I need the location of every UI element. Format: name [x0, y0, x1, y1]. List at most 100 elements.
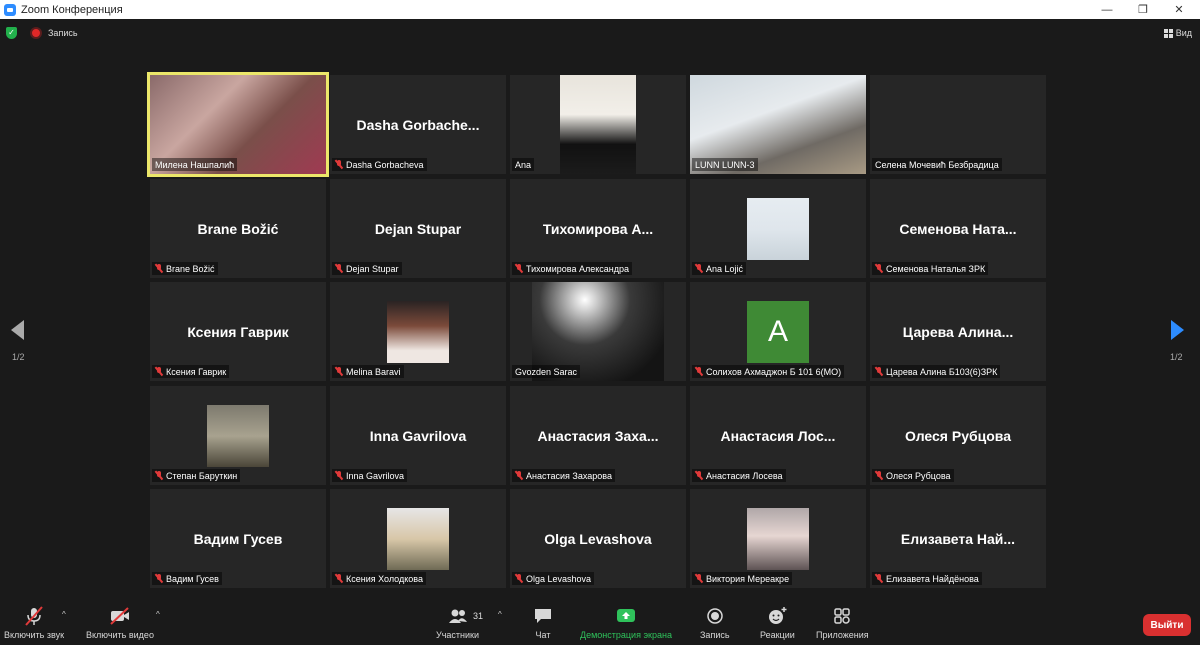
view-button[interactable]: Вид	[1163, 25, 1192, 41]
participant-name: Ana	[515, 159, 532, 170]
participant-tile[interactable]: Анастасия Лос... Анастасия Лосева	[690, 386, 866, 485]
participant-tile[interactable]: Виктория Мереакре	[690, 489, 866, 588]
participant-video	[747, 508, 809, 570]
participant-video	[747, 198, 809, 260]
participant-tile[interactable]: LUNN LUNN-3	[690, 75, 866, 174]
close-button[interactable]: ✕	[1162, 0, 1196, 19]
restore-button[interactable]: ❐	[1126, 0, 1160, 19]
participant-tile[interactable]: Melina Baravi	[330, 282, 506, 381]
recording-label[interactable]: Запись	[48, 28, 78, 38]
participant-tile[interactable]: Олеся Рубцова Олеся Рубцова	[870, 386, 1046, 485]
leave-button[interactable]: Выйти	[1143, 614, 1191, 636]
participant-tile[interactable]: Olga Levashova Olga Levashova	[510, 489, 686, 588]
participant-name-tag: Солихов Ахмаджон Б 101 6(МО)	[692, 365, 845, 378]
next-page-arrow-icon[interactable]	[1171, 320, 1184, 340]
record-button[interactable]: Запись	[700, 606, 730, 640]
mic-muted-icon	[515, 264, 523, 273]
participant-tile[interactable]: Елизавета Най... Елизавета Найдёнова	[870, 489, 1046, 588]
participant-tile[interactable]: Степан Баруткин	[150, 386, 326, 485]
participant-tile[interactable]: Ana	[510, 75, 686, 174]
participant-tile[interactable]: Селена Мочевић Безбрадица	[870, 75, 1046, 174]
participant-tile[interactable]: Ana Lojić	[690, 179, 866, 278]
share-screen-button[interactable]: Демонстрация экрана	[580, 606, 672, 640]
mic-muted-icon	[515, 574, 523, 583]
participant-name-tag: LUNN LUNN-3	[692, 158, 758, 171]
unmute-label: Включить звук	[4, 630, 65, 640]
participant-name-tag: Тихомирова Александра	[512, 262, 632, 275]
participant-tile[interactable]: Ксения Холодкова	[330, 489, 506, 588]
participant-name: Тихомирова Александра	[526, 263, 629, 274]
participant-video	[560, 75, 636, 174]
participant-name: Семенова Наталья ЗРК	[886, 263, 986, 274]
audio-options-chevron-icon[interactable]: ^	[62, 610, 66, 619]
microphone-muted-icon	[23, 606, 45, 626]
participant-tile[interactable]: Inna Gavrilova Inna Gavrilova	[330, 386, 506, 485]
participant-display-name: Анастасия Заха...	[537, 428, 659, 444]
reactions-button[interactable]: Реакции	[760, 606, 795, 640]
share-screen-label: Демонстрация экрана	[580, 630, 672, 640]
chat-label: Чат	[535, 630, 551, 640]
participant-name: Gvozden Sarac	[515, 366, 578, 377]
view-label: Вид	[1175, 28, 1192, 38]
video-off-icon	[109, 606, 131, 626]
participant-tile[interactable]: Семенова Ната... Семенова Наталья ЗРК	[870, 179, 1046, 278]
participant-tile[interactable]: Вадим Гусев Вадим Гусев	[150, 489, 326, 588]
participant-tile[interactable]: A Солихов Ахмаджон Б 101 6(МО)	[690, 282, 866, 381]
mic-muted-icon	[695, 264, 703, 273]
minimize-button[interactable]: —	[1090, 0, 1124, 19]
window-titlebar: Zoom Конференция	[0, 0, 1200, 19]
participant-name: Солихов Ахмаджон Б 101 6(МО)	[706, 366, 842, 377]
participant-tile[interactable]: Gvozden Sarac	[510, 282, 686, 381]
participant-name-tag: Семенова Наталья ЗРК	[872, 262, 989, 275]
participant-name: Brane Božić	[166, 263, 215, 274]
participant-display-name: Семенова Ната...	[899, 221, 1017, 237]
participant-video	[207, 405, 269, 467]
participant-name-tag: Ксения Холодкова	[332, 572, 426, 585]
participant-name: Царева Алина Б103(6)ЗРК	[886, 366, 998, 377]
start-video-label: Включить видео	[86, 630, 154, 640]
share-screen-icon	[615, 606, 637, 626]
shield-icon[interactable]: ✓	[6, 27, 17, 39]
participant-name-tag: Анастасия Лосева	[692, 469, 786, 482]
unmute-button[interactable]: Включить звук	[4, 606, 64, 640]
chat-button[interactable]: Чат	[532, 606, 554, 640]
participant-display-name: Елизавета Най...	[900, 531, 1016, 547]
start-video-button[interactable]: Включить видео	[86, 606, 154, 640]
participant-name-tag: Olga Levashova	[512, 572, 595, 585]
participant-tile[interactable]: Царева Алина... Царева Алина Б103(6)ЗРК	[870, 282, 1046, 381]
participant-display-name: Анастасия Лос...	[720, 428, 836, 444]
participant-tile[interactable]: Анастасия Заха... Анастасия Захарова	[510, 386, 686, 485]
participants-options-chevron-icon[interactable]: ^	[498, 610, 502, 619]
participant-name-tag: Царева Алина Б103(6)ЗРК	[872, 365, 1001, 378]
mic-muted-icon	[335, 264, 343, 273]
participant-name: Олеся Рубцова	[886, 470, 951, 481]
participant-display-name: Олеся Рубцова	[905, 428, 1011, 444]
participant-name: Ксения Холодкова	[346, 573, 423, 584]
participant-tile[interactable]: Тихомирова А... Тихомирова Александра	[510, 179, 686, 278]
mic-muted-icon	[875, 574, 883, 583]
participant-display-name: Dejan Stupar	[374, 221, 462, 237]
record-icon	[704, 606, 726, 626]
participant-name-tag: Ana Lojić	[692, 262, 747, 275]
mic-muted-icon	[695, 471, 703, 480]
participant-name-tag: Dejan Stupar	[332, 262, 402, 275]
participant-name: Melina Baravi	[346, 366, 401, 377]
apps-button[interactable]: Приложения	[816, 606, 869, 640]
participant-tile[interactable]: Dejan Stupar Dejan Stupar	[330, 179, 506, 278]
participant-tile[interactable]: Dasha Gorbache... Dasha Gorbacheva	[330, 75, 506, 174]
participant-name-tag: Ana	[512, 158, 535, 171]
recording-icon[interactable]	[30, 27, 42, 39]
participant-name: Dejan Stupar	[346, 263, 399, 274]
mic-muted-icon	[335, 471, 343, 480]
previous-page-arrow-icon[interactable]	[11, 320, 24, 340]
participant-name: Елизавета Найдёнова	[886, 573, 979, 584]
mic-muted-icon	[155, 264, 163, 273]
participant-name-tag: Олеся Рубцова	[872, 469, 954, 482]
participant-tile[interactable]: Ксения Гаврик Ксения Гаврик	[150, 282, 326, 381]
participant-name-tag: Вадим Гусев	[152, 572, 222, 585]
participant-tile[interactable]: Милена Нашпалић	[147, 72, 329, 177]
participant-tile[interactable]: Brane Božić Brane Božić	[150, 179, 326, 278]
participant-name-tag: Анастасия Захарова	[512, 469, 615, 482]
participant-display-name: Inna Gavrilova	[369, 428, 467, 444]
video-options-chevron-icon[interactable]: ^	[156, 610, 160, 619]
